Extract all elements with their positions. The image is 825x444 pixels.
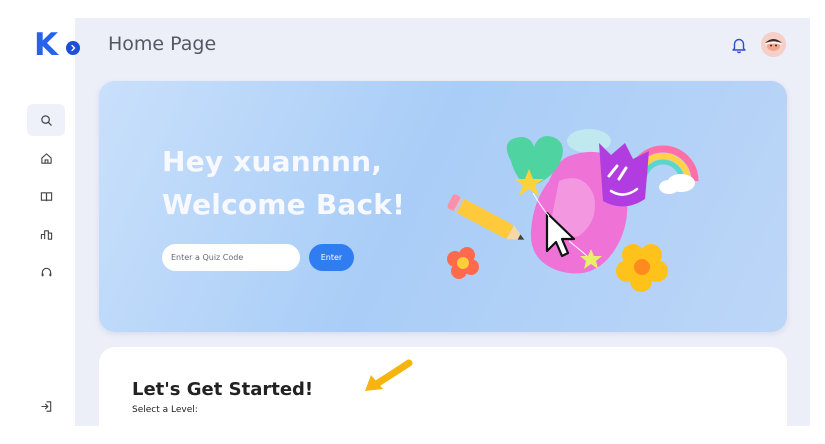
bell-icon[interactable]	[730, 36, 748, 54]
welcome-illustration	[447, 129, 699, 292]
logout-button[interactable]	[27, 390, 65, 422]
arrow-icon	[365, 359, 413, 391]
leaderboard-icon	[40, 229, 52, 240]
sidebar: K	[18, 18, 80, 426]
quiz-code-input[interactable]	[162, 244, 300, 271]
get-started-title: Let's Get Started!	[132, 379, 314, 400]
avatar[interactable]	[761, 32, 786, 57]
search-icon	[40, 114, 52, 126]
select-level-label: Select a Level:	[132, 405, 198, 415]
home-icon	[40, 152, 52, 164]
welcome-banner: Hey xuannnn, Welcome Back! Enter	[99, 81, 787, 332]
logout-icon	[40, 400, 51, 412]
sidebar-item-home[interactable]	[27, 142, 65, 174]
page-title: Home Page	[108, 33, 217, 55]
logo-letter: K	[34, 27, 59, 63]
book-icon	[40, 191, 52, 201]
enter-button[interactable]: Enter	[309, 244, 354, 271]
main-content: Home Page Hey xuannnn, Welcome Back! Ent…	[75, 18, 810, 426]
headset-icon	[41, 267, 51, 276]
get-started-card: Let's Get Started! Select a Level:	[99, 347, 787, 426]
sidebar-item-leaderboard[interactable]	[27, 218, 65, 250]
sidebar-item-library[interactable]	[27, 180, 65, 212]
greeting-text: Hey xuannnn,	[162, 145, 383, 178]
app-window: K Home Page Hey xuannnn, Welcome Back! E…	[18, 18, 810, 426]
sidebar-item-support[interactable]	[27, 256, 65, 288]
welcome-text: Welcome Back!	[162, 188, 406, 221]
sidebar-item-search[interactable]	[27, 104, 65, 136]
